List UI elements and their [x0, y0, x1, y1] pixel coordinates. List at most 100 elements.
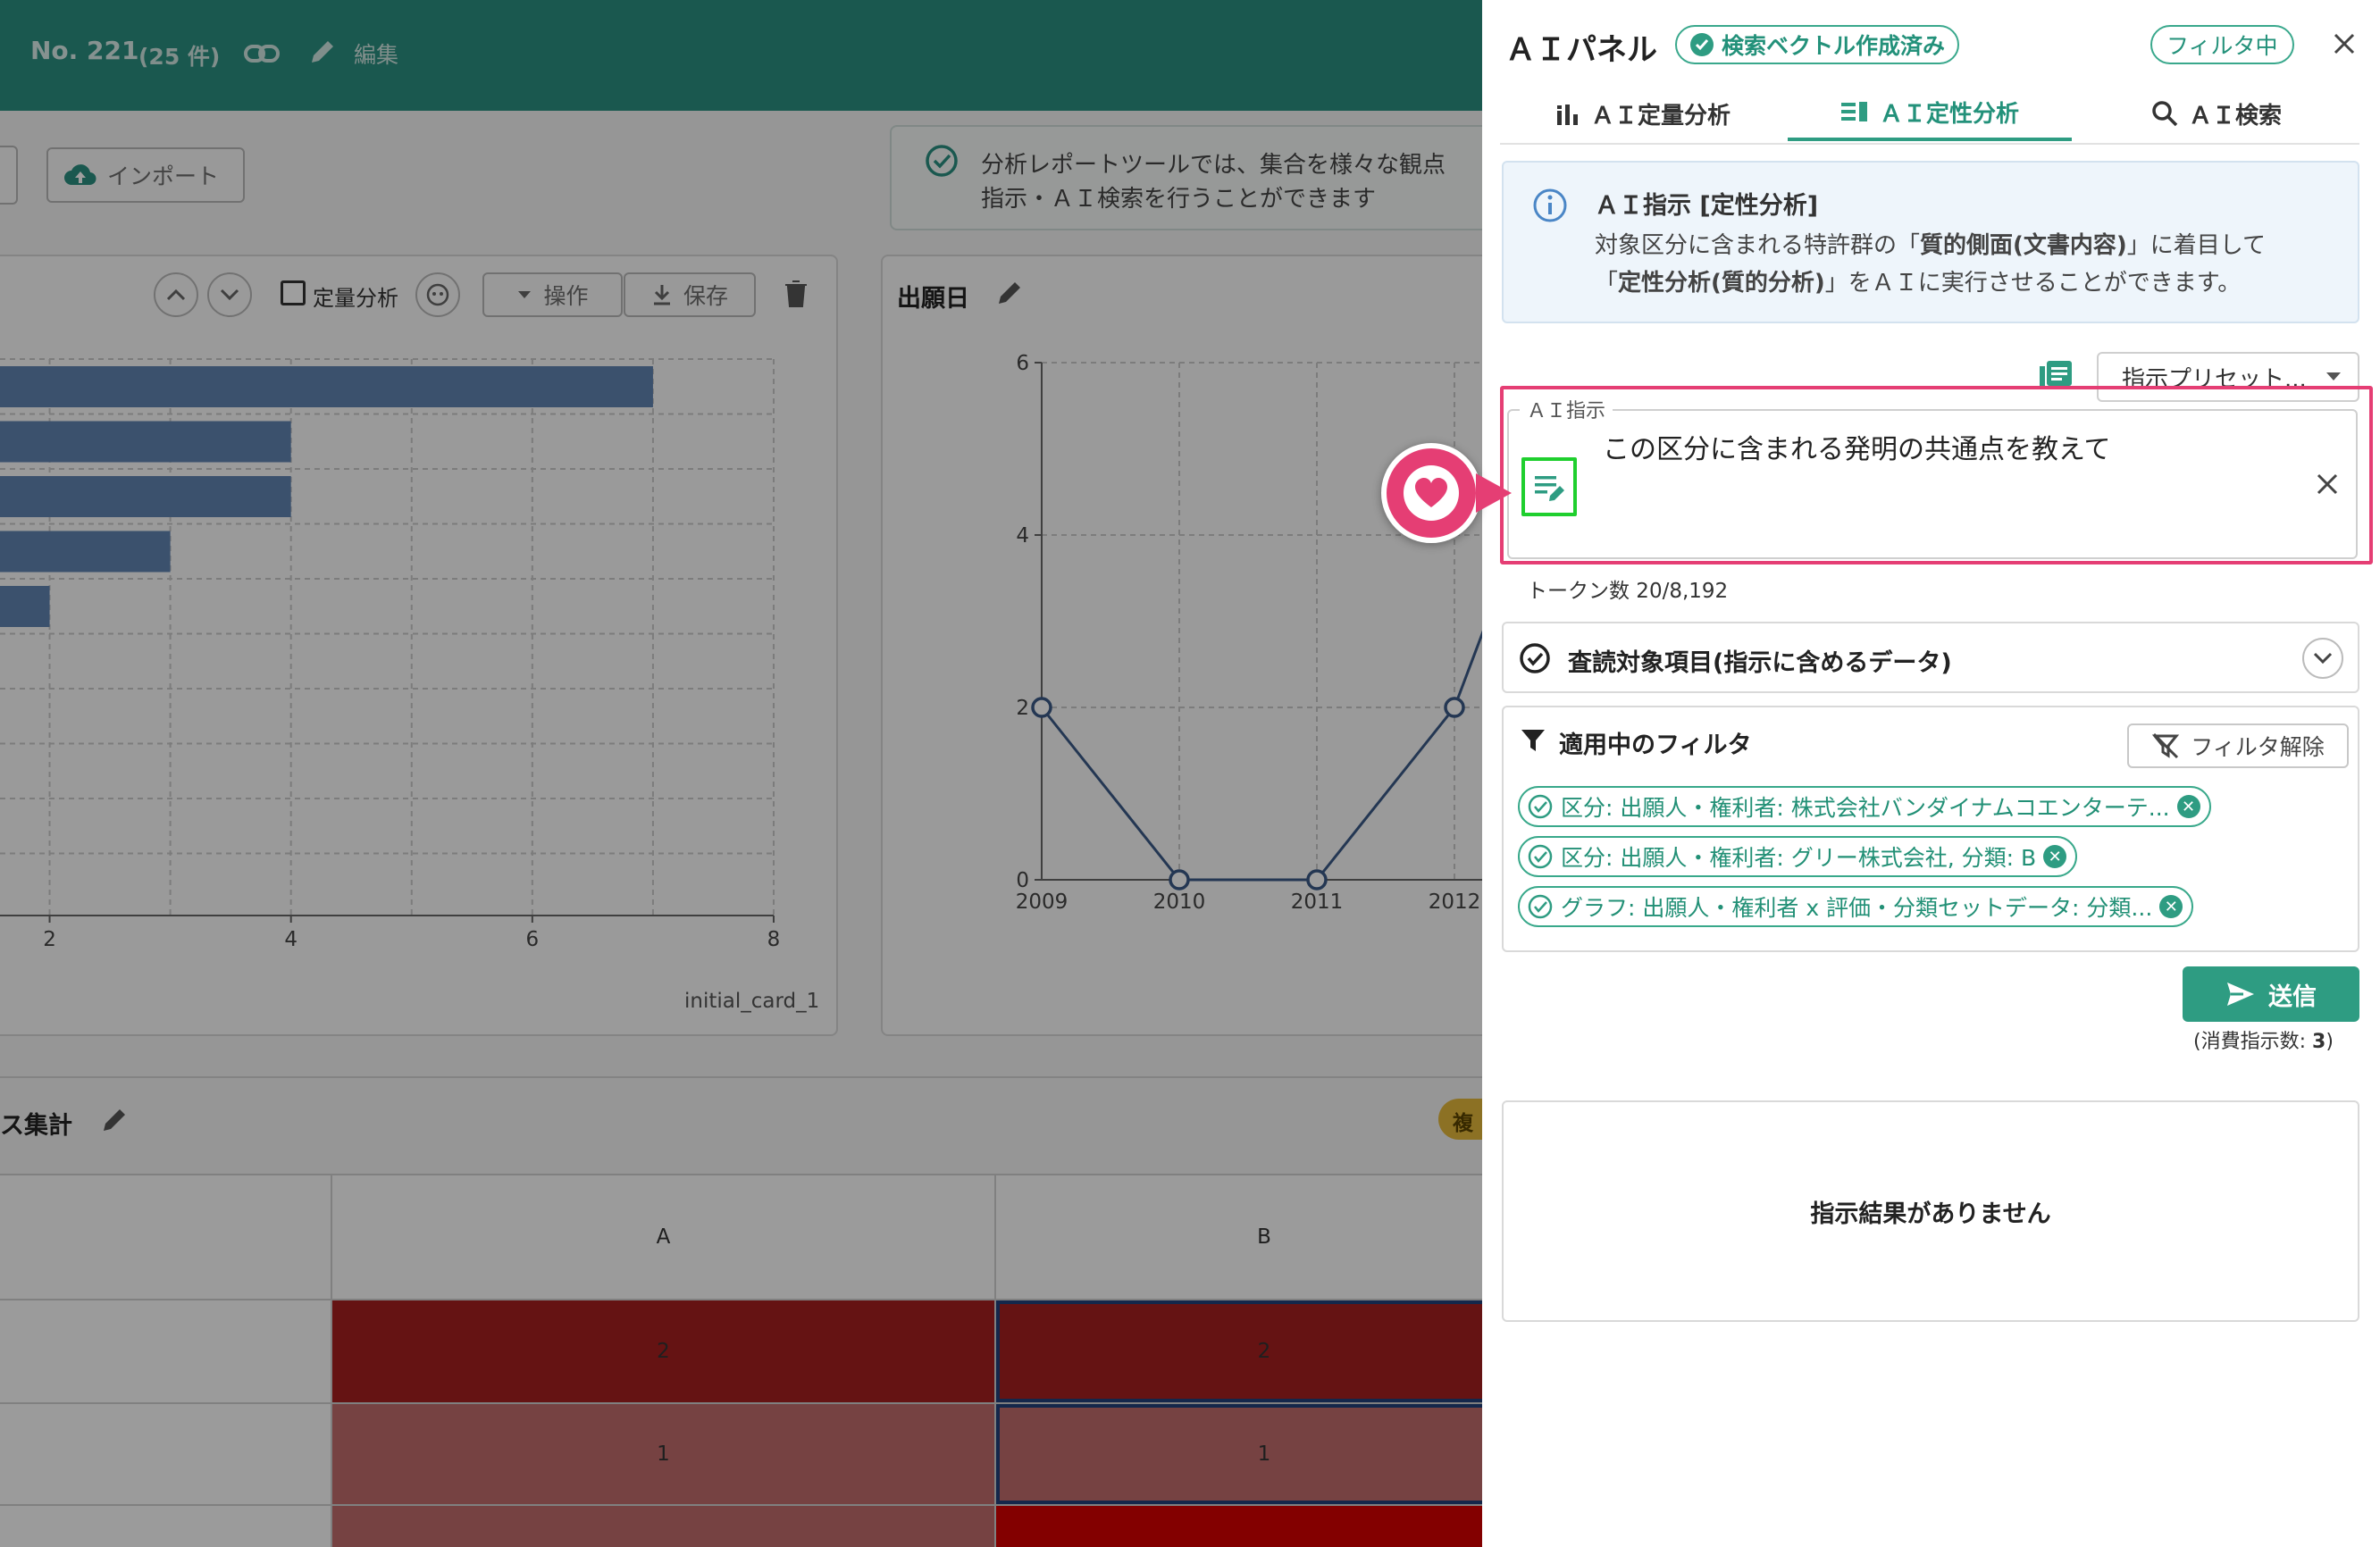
table-cell-b2[interactable]: 1: [996, 1404, 1482, 1504]
bar: [0, 366, 653, 407]
x-tick-label: 2010: [1153, 891, 1206, 914]
info-line-2: 「定性分析(質的分析)」をＡＩに実行させることができます。: [1595, 270, 2242, 297]
ai-panel: ＡＩパネル 検索ベクトル作成済み フィルタ中 ＡＩ定量分析 ＡＩ定性分析 ＡＩ検…: [1482, 0, 2380, 1547]
section-2-title: ス集計: [0, 1112, 72, 1140]
chevron-down-icon: [2313, 652, 2333, 665]
column-header-b[interactable]: B: [996, 1175, 1482, 1299]
x-tick-label: 8: [767, 928, 781, 951]
remove-filter-icon[interactable]: ✕: [2176, 795, 2200, 818]
tab-divider: [1500, 143, 2359, 145]
status-badge: 複: [1438, 1099, 1482, 1140]
ai-face-button[interactable]: [415, 272, 460, 317]
x-tick-label: 6: [526, 928, 540, 951]
notice-box: 分析レポートツールでは、集合を様々な観点 指示・ＡＩ検索を行うことができます: [890, 125, 1482, 230]
divider: [0, 1076, 1482, 1078]
quant-label: 定量分析: [313, 286, 398, 311]
close-icon[interactable]: [2331, 30, 2358, 57]
filter-chip[interactable]: 区分: 出願人・権利者: 株式会社バンダイナムコエンターテ... ✕: [1518, 786, 2211, 827]
import-button[interactable]: インポート: [46, 147, 245, 203]
filter-icon: [1520, 727, 1546, 754]
check-circle-icon: [1528, 794, 1553, 819]
remove-filter-icon[interactable]: ✕: [2159, 895, 2183, 918]
link-icon[interactable]: [243, 38, 281, 70]
data-point: [1444, 697, 1465, 718]
table-cell-b3[interactable]: [996, 1506, 1482, 1547]
column-header-a[interactable]: A: [332, 1175, 994, 1299]
clear-filters-button[interactable]: フィルタ解除: [2127, 723, 2349, 768]
filter-off-icon: [2152, 732, 2180, 759]
move-up-button[interactable]: [154, 272, 198, 317]
active-filters-section: 適用中のフィルタ フィルタ解除 区分: 出願人・権利者: 株式会社バンダイナムコ…: [1502, 706, 2359, 952]
pencil-icon[interactable]: [308, 38, 337, 66]
partial-button[interactable]: [0, 146, 18, 205]
y-tick-label: 2: [1016, 697, 1029, 720]
remove-filter-icon[interactable]: ✕: [2043, 845, 2067, 868]
info-title: ＡＩ指示 [定性分析]: [1595, 192, 1819, 220]
review-target-label: 査読対象項目(指示に含めるデータ): [1568, 649, 1952, 677]
check-circle-icon: [924, 143, 960, 179]
data-point: [1169, 869, 1190, 891]
trash-icon[interactable]: [783, 279, 809, 309]
notice-line-2: 指示・ＡＩ検索を行うことができます: [981, 186, 1377, 213]
tab-ai-quantitative[interactable]: ＡＩ定量分析: [1500, 86, 1786, 141]
x-tick-label: 2009: [1016, 891, 1068, 914]
series-line: [1040, 630, 1482, 882]
review-target-section[interactable]: 査読対象項目(指示に含めるデータ): [1502, 622, 2359, 693]
send-button[interactable]: 送信: [2183, 966, 2359, 1022]
list-icon: [1840, 102, 1867, 121]
download-icon: [653, 285, 670, 305]
table-cell-a1[interactable]: 2: [332, 1300, 994, 1402]
expand-button[interactable]: [2302, 638, 2343, 679]
filter-chip[interactable]: グラフ: 出願人・権利者 x 評価・分類セットデータ: 分類... ✕: [1518, 886, 2194, 927]
pencil-icon[interactable]: [100, 1106, 129, 1134]
card-footer-label: initial_card_1: [684, 990, 820, 1013]
edit-note-button[interactable]: [1521, 457, 1577, 516]
panel-title: ＡＩパネル: [1505, 32, 1657, 68]
bar: [0, 531, 171, 573]
tab-ai-qualitative[interactable]: ＡＩ定性分析: [1788, 86, 2072, 141]
clear-icon[interactable]: [2315, 472, 2340, 497]
table-cell-a3[interactable]: [332, 1506, 994, 1547]
tab-ai-search[interactable]: ＡＩ検索: [2074, 86, 2359, 141]
save-button[interactable]: 保存: [624, 272, 756, 317]
pencil-icon[interactable]: [995, 279, 1024, 307]
chevron-up-icon: [166, 288, 186, 301]
check-circle-icon: [1518, 641, 1552, 675]
bar: [0, 586, 50, 627]
filter-chip[interactable]: 区分: 出願人・権利者: グリー株式会社, 分類: B ✕: [1518, 836, 2078, 877]
chevron-down-icon: [220, 288, 239, 301]
data-point: [1306, 869, 1328, 891]
x-tick-label: 2012: [1429, 891, 1481, 914]
instruction-text[interactable]: この区分に含まれる発明の共通点を教えて: [1603, 427, 2111, 466]
table-cell-b1[interactable]: 2: [996, 1300, 1482, 1402]
bar-chart: 2 4 6 8: [0, 358, 781, 951]
info-box: ＡＩ指示 [定性分析] 対象区分に含まれる特許群の「質的側面(文書内容)」に着目…: [1502, 161, 2359, 323]
info-icon: [1532, 188, 1568, 223]
bar: [0, 421, 291, 463]
caret-down-icon: [2326, 372, 2341, 380]
check-circle-icon: [1528, 844, 1553, 869]
save-label: 保存: [683, 283, 728, 309]
data-table: A B 2 2 1 1: [0, 1174, 1482, 1547]
check-circle-icon: [1690, 33, 1714, 56]
operations-button[interactable]: 操作: [482, 272, 623, 317]
import-label: インポート: [107, 163, 220, 189]
record-count: (25 件): [138, 44, 221, 70]
heart-icon: [1415, 478, 1447, 507]
edit-label[interactable]: 編集: [354, 38, 398, 70]
filter-status-chip[interactable]: フィルタ中: [2150, 25, 2294, 64]
token-count: トークン数 20/8,192: [1527, 580, 1729, 603]
table-cell-a2[interactable]: 1: [332, 1404, 994, 1504]
bar-chart-icon: [1556, 105, 1578, 125]
instruction-legend: ＡＩ指示: [1520, 395, 1613, 423]
cloud-upload-icon: [64, 164, 96, 186]
move-down-button[interactable]: [207, 272, 252, 317]
quant-checkbox[interactable]: [281, 280, 306, 305]
empty-result-message: 指示結果がありません: [1810, 1200, 2051, 1228]
edit-note-icon: [1535, 476, 1564, 501]
x-tick-label: 2: [43, 928, 56, 951]
tutorial-pointer-arrow: [1476, 473, 1512, 513]
consumption-count: (消費指示数: 3): [2193, 1031, 2334, 1053]
y-tick-label: 6: [1016, 352, 1029, 375]
check-circle-icon: [1528, 894, 1553, 919]
